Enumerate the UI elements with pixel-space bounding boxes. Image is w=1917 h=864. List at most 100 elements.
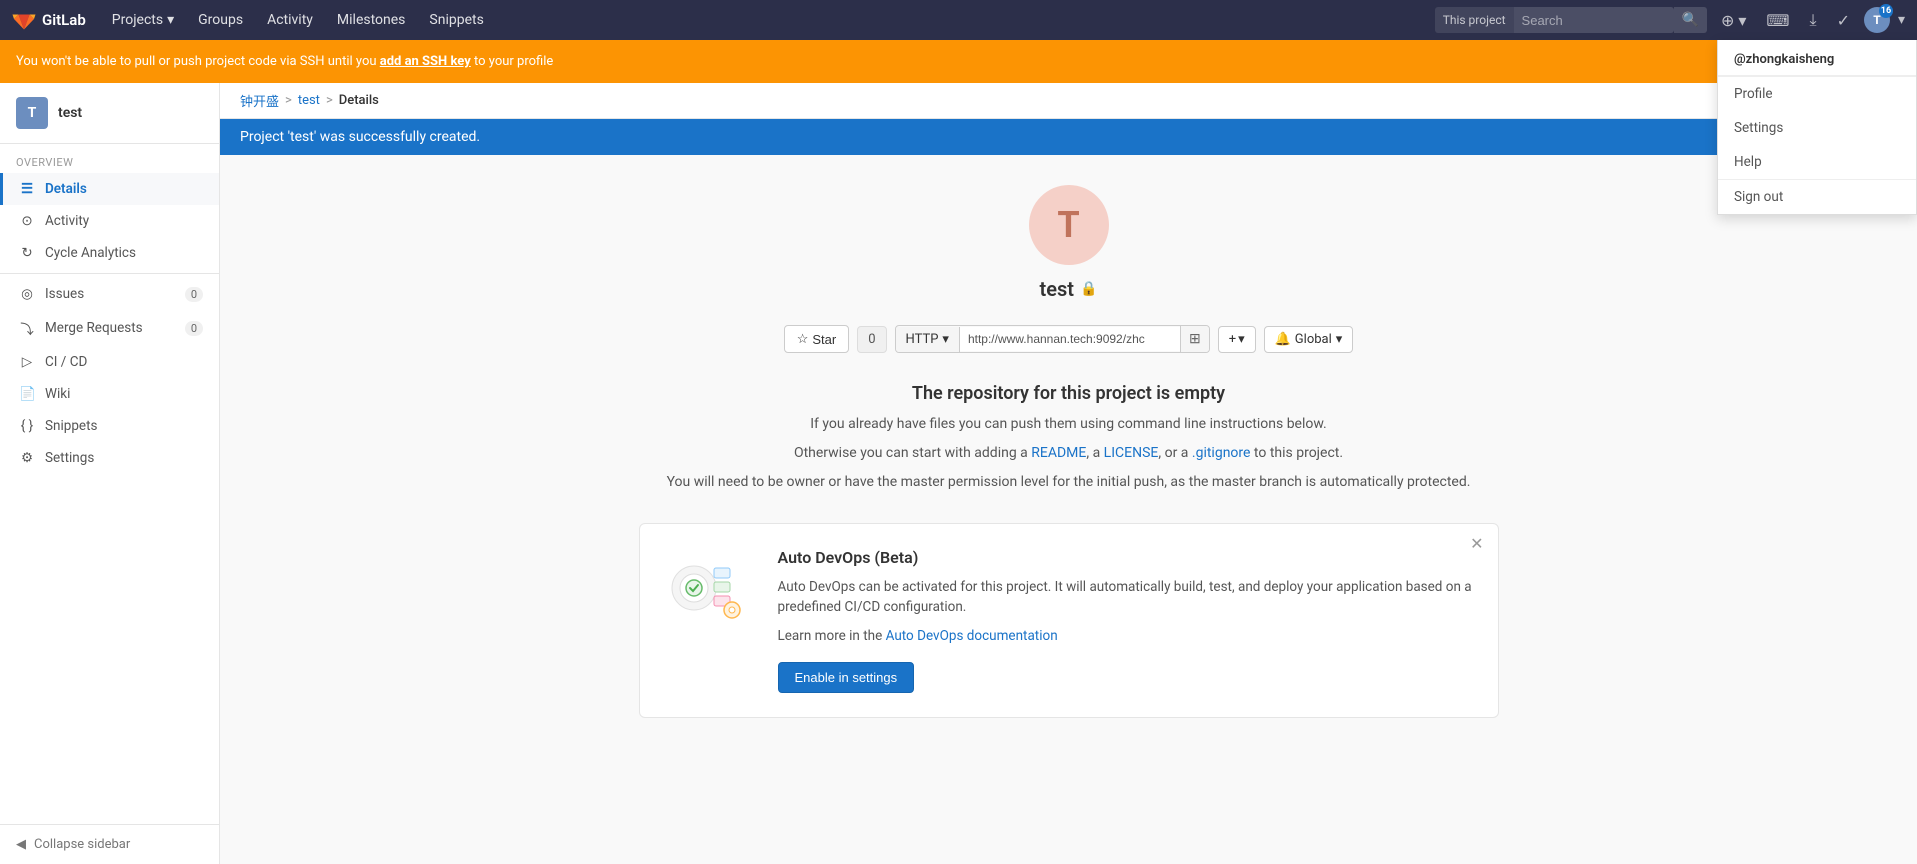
bell-icon: 🔔 (1275, 332, 1291, 347)
wiki-icon: 📄 (19, 386, 35, 402)
lock-icon: 🔒 (1080, 281, 1097, 297)
nav-snippets[interactable]: Snippets (419, 8, 493, 32)
devops-illustration (664, 548, 754, 628)
new-file-button[interactable]: + ▾ (1218, 326, 1256, 353)
ci-cd-icon: ▷ (19, 354, 35, 370)
sidebar-item-details[interactable]: ☰ Details (0, 173, 219, 205)
brand[interactable]: GitLab (12, 8, 86, 32)
chevron-down-icon[interactable]: ▾ (1898, 12, 1905, 28)
copy-url-button[interactable]: ⊞ (1180, 326, 1209, 352)
breadcrumb-current: Details (339, 93, 379, 108)
sidebar-item-settings[interactable]: ⚙ Settings (0, 442, 219, 474)
collapse-sidebar-button[interactable]: ◀ Collapse sidebar (0, 824, 219, 864)
action-bar: ☆ Star 0 HTTP ▾ ⊞ + ▾ 🔔 (639, 325, 1499, 353)
sidebar-nav: Overview ☰ Details ⊙ Activity ↻ Cycle An… (0, 144, 219, 824)
dropdown-item-profile[interactable]: Profile (1718, 77, 1916, 111)
user-avatar[interactable]: T 16 (1864, 7, 1890, 33)
page-layout: T test Overview ☰ Details ⊙ Activity ↻ C… (0, 83, 1917, 864)
notification-badge: 16 (1879, 4, 1893, 18)
devops-content: Auto DevOps (Beta) Auto DevOps can be ac… (778, 548, 1474, 693)
search-scope: This project (1435, 7, 1514, 33)
breadcrumb-project[interactable]: test (298, 93, 320, 108)
breadcrumb: 钟开盛 > test > Details (220, 83, 1917, 119)
star-button[interactable]: ☆ Star (784, 325, 850, 353)
issues-icon[interactable]: ✓ (1831, 7, 1856, 34)
navbar-right: This project 🔍 ⊕ ▾ ⌨ ⤓ ✓ T 16 ▾ (1435, 6, 1905, 34)
project-header: T test 🔒 (639, 185, 1499, 301)
nav-groups[interactable]: Groups (188, 8, 253, 32)
chevron-down-icon: ▾ (942, 332, 949, 347)
add-ssh-key-link[interactable]: add an SSH key (380, 54, 471, 69)
ssh-warning-text: You won't be able to pull or push projec… (16, 54, 553, 69)
search-box: This project 🔍 (1435, 7, 1707, 33)
devops-title: Auto DevOps (Beta) (778, 548, 1474, 567)
project-area: T test 🔒 ☆ Star 0 HTTP ▾ (619, 155, 1519, 748)
sidebar: T test Overview ☰ Details ⊙ Activity ↻ C… (0, 83, 220, 864)
devops-docs-link[interactable]: Auto DevOps documentation (886, 628, 1058, 644)
devops-icon (664, 548, 754, 628)
devops-desc2: Learn more in the Auto DevOps documentat… (778, 626, 1474, 646)
breadcrumb-sep-2: > (326, 93, 333, 108)
brand-name: GitLab (42, 11, 86, 29)
keyboard-shortcuts-icon[interactable]: ⌨ (1760, 7, 1795, 34)
sidebar-item-issues[interactable]: ◎ Issues 0 (0, 278, 219, 310)
dropdown-item-settings[interactable]: Settings (1718, 111, 1916, 145)
merge-requests-icon: ⤵ (19, 318, 35, 338)
breadcrumb-namespace[interactable]: 钟开盛 (240, 91, 279, 110)
dropdown-item-sign-out[interactable]: Sign out (1718, 180, 1916, 214)
enable-devops-button[interactable]: Enable in settings (778, 662, 915, 693)
cycle-analytics-icon: ↻ (19, 245, 35, 261)
settings-icon: ⚙ (19, 450, 35, 466)
merge-requests-count-badge: 0 (185, 321, 203, 336)
sidebar-project-info: T test (0, 83, 219, 144)
clone-url-input[interactable] (960, 327, 1180, 351)
dropdown-item-help[interactable]: Help (1718, 145, 1916, 179)
empty-repo-line1: If you already have files you can push t… (639, 414, 1499, 435)
ssh-warning-banner: You won't be able to pull or push projec… (0, 40, 1917, 83)
nav-projects[interactable]: Projects ▾ (102, 8, 184, 32)
search-icon[interactable]: 🔍 (1674, 7, 1707, 33)
clone-url-group: HTTP ▾ ⊞ (895, 325, 1210, 353)
dropdown-username: @zhongkaisheng (1718, 40, 1916, 76)
sidebar-item-merge-requests[interactable]: ⤵ Merge Requests 0 (0, 310, 219, 346)
nav-milestones[interactable]: Milestones (327, 8, 416, 32)
license-link[interactable]: LICENSE (1104, 445, 1159, 461)
project-main-avatar: T (1029, 185, 1109, 265)
main-content: 钟开盛 > test > Details Project 'test' was … (220, 83, 1917, 864)
sidebar-item-snippets[interactable]: { } Snippets (0, 410, 219, 442)
main-nav: Projects ▾ Groups Activity Milestones Sn… (102, 8, 1435, 32)
search-input[interactable] (1514, 7, 1674, 33)
create-button[interactable]: ⊕ ▾ (1715, 7, 1752, 34)
readme-link[interactable]: README (1031, 445, 1086, 461)
sidebar-project-avatar: T (16, 97, 48, 129)
empty-repo-line3: You will need to be owner or have the ma… (639, 472, 1499, 493)
nav-activity[interactable]: Activity (257, 8, 323, 32)
collapse-icon: ◀ (16, 837, 26, 852)
clone-protocol-selector[interactable]: HTTP ▾ (896, 327, 960, 352)
merge-requests-icon[interactable]: ⤓ (1803, 6, 1822, 34)
sidebar-overview-section: Overview (0, 144, 219, 173)
user-dropdown: @zhongkaisheng Profile Settings Help Sig… (1717, 40, 1917, 215)
empty-repo-section: The repository for this project is empty… (639, 383, 1499, 493)
auto-devops-card: ✕ (639, 523, 1499, 718)
sidebar-item-activity[interactable]: ⊙ Activity (0, 205, 219, 237)
sidebar-item-cycle-analytics[interactable]: ↻ Cycle Analytics (0, 237, 219, 269)
sidebar-item-wiki[interactable]: 📄 Wiki (0, 378, 219, 410)
empty-repo-title: The repository for this project is empty (639, 383, 1499, 404)
breadcrumb-sep-1: > (285, 93, 292, 108)
sidebar-divider-1 (0, 273, 219, 274)
chevron-down-icon: ▾ (1238, 332, 1245, 347)
plus-icon: + (1229, 332, 1236, 347)
sidebar-item-ci-cd[interactable]: ▷ CI / CD (0, 346, 219, 378)
issues-count-badge: 0 (185, 287, 203, 302)
notifications-button[interactable]: 🔔 Global ▾ (1264, 326, 1354, 353)
sidebar-project-name: test (58, 105, 82, 121)
close-devops-card-button[interactable]: ✕ (1470, 534, 1483, 553)
success-banner: Project 'test' was successfully created. (220, 119, 1917, 155)
empty-repo-line2: Otherwise you can start with adding a RE… (639, 443, 1499, 464)
gitlab-logo-icon (12, 8, 36, 32)
gitignore-link[interactable]: .gitignore (1192, 445, 1251, 461)
chevron-down-icon: ▾ (1336, 332, 1343, 347)
project-title: test 🔒 (1040, 277, 1098, 301)
devops-desc1: Auto DevOps can be activated for this pr… (778, 577, 1474, 618)
